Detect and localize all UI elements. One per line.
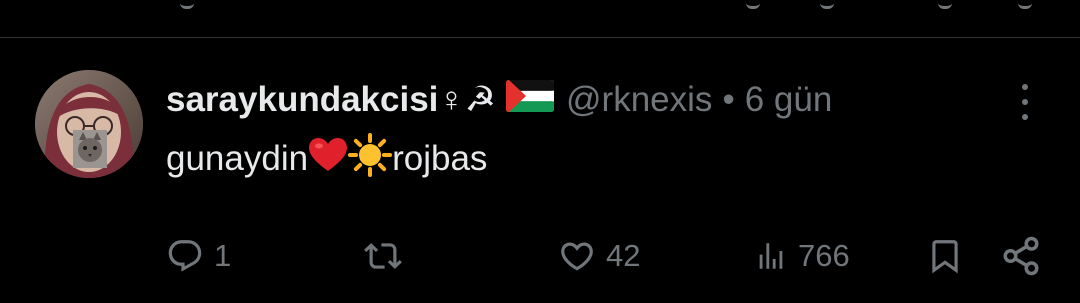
- avatar-image: [35, 70, 143, 178]
- retweet-button[interactable]: [362, 232, 414, 280]
- display-name[interactable]: saraykundakcisi♀☭: [166, 80, 496, 120]
- timestamp[interactable]: 6 gün: [745, 80, 833, 120]
- views-button[interactable]: 766: [754, 232, 850, 280]
- prev-reply-icon: [180, 0, 194, 9]
- tweet-text: gunaydin rojbas: [166, 132, 488, 182]
- prev-views-count: [820, 0, 834, 9]
- tweet-header: saraykundakcisi♀☭ @rknexis • 6 gün: [166, 78, 832, 122]
- like-count: 42: [606, 238, 641, 273]
- prev-views-icon: [746, 0, 760, 9]
- like-button[interactable]: 42: [558, 232, 640, 280]
- red-heart-emoji: [308, 137, 348, 182]
- heart-icon: [561, 242, 593, 271]
- retweet-icon: [364, 243, 402, 269]
- prev-share-icon: [1018, 0, 1032, 9]
- reply-icon: [168, 240, 202, 272]
- prev-bookmark-icon: [938, 0, 952, 9]
- share-icon: [1003, 236, 1039, 276]
- share-button[interactable]: [1000, 232, 1042, 280]
- tweet-text-part2: rojbas: [392, 139, 488, 178]
- previous-tweet-actions: [0, 0, 1080, 14]
- user-handle[interactable]: @rknexis: [566, 80, 712, 120]
- tweet-divider: [0, 37, 1080, 38]
- sun-emoji: [348, 132, 393, 186]
- reply-count: 1: [214, 238, 232, 273]
- bookmark-button[interactable]: [926, 232, 964, 280]
- reply-button[interactable]: 1: [166, 232, 231, 280]
- separator-dot: •: [722, 80, 735, 119]
- more-options-icon[interactable]: [1010, 82, 1040, 122]
- view-count: 766: [798, 238, 850, 273]
- tweet-actions: 1 42 766: [0, 232, 1080, 280]
- avatar[interactable]: [35, 70, 143, 178]
- tweet-text-part1: gunaydin: [166, 139, 309, 178]
- palestine-flag-icon: [506, 79, 555, 121]
- bookmark-icon: [932, 240, 958, 274]
- views-icon: [759, 243, 783, 269]
